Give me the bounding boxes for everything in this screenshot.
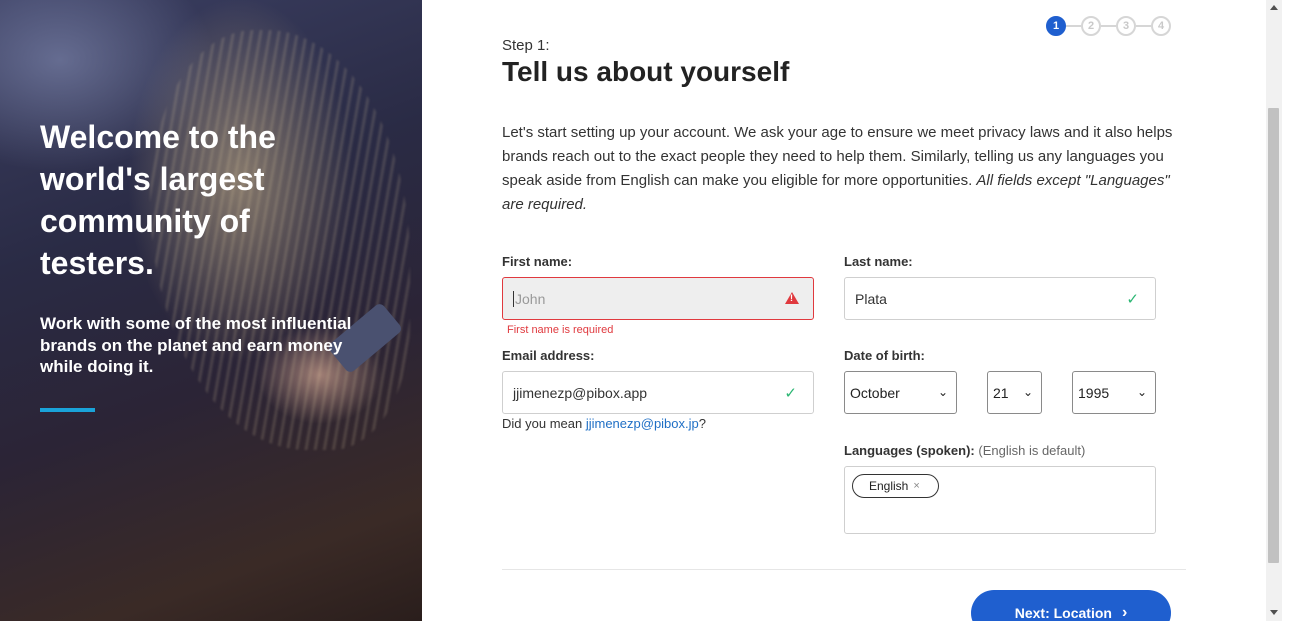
chevron-right-icon: › [1121,604,1128,621]
next-button-label: Next: Location [1014,605,1112,621]
dob-day-select[interactable]: 21 ⌄ [987,371,1042,414]
chevron-down-icon: ⌄ [937,385,948,399]
check-icon: ✓ [1126,291,1139,308]
languages-label-text: Languages (spoken): [844,443,975,458]
dob-day-value: 21 [993,384,1009,401]
last-name-value: Plata [855,290,887,307]
first-name-label: First name: [502,254,573,269]
first-name-input[interactable]: John [502,277,814,320]
suggestion-prefix: Did you mean [502,416,586,431]
dob-month-value: October [850,384,900,401]
chevron-down-icon: ⌄ [1136,385,1147,399]
email-input[interactable]: jjimenezp@pibox.app ✓ [502,371,814,414]
step-connector [1136,25,1151,27]
email-value: jjimenezp@pibox.app [513,384,648,401]
next-location-button[interactable]: Next: Location › [971,590,1171,621]
email-suggestion-link[interactable]: jjimenezp@pibox.jp [586,416,699,431]
step-4: 4 [1151,16,1171,36]
language-chip[interactable]: English × [852,474,939,498]
step-2: 2 [1081,16,1101,36]
step-connector [1101,25,1116,27]
dob-year-select[interactable]: 1995 ⌄ [1072,371,1156,414]
scroll-thumb[interactable] [1268,108,1279,563]
step-3: 3 [1116,16,1136,36]
languages-input[interactable]: English × [844,466,1156,534]
step-1: 1 [1046,16,1066,36]
scroll-up-arrow-icon[interactable] [1270,5,1278,10]
suggestion-suffix: ? [698,416,706,431]
hero-panel: Welcome to the world's largest community… [0,0,422,621]
step-label: Step 1: [502,37,550,54]
email-suggestion: Did you mean jjimenezp@pibox.jp? [502,416,706,431]
page-title: Tell us about yourself [502,56,790,87]
warning-icon [785,292,799,304]
progress-stepper: 1 2 3 4 [1046,16,1171,36]
first-name-placeholder: John [515,290,546,307]
email-label: Email address: [502,348,595,363]
languages-hint: (English is default) [978,443,1086,458]
dob-label: Date of birth: [844,348,925,363]
hero-subtitle: Work with some of the most influential b… [40,314,352,376]
form-divider [502,569,1186,570]
language-chip-label: English [869,479,909,493]
languages-label: Languages (spoken): (English is default) [844,443,1085,458]
step-connector [1066,25,1081,27]
scroll-down-arrow-icon[interactable] [1270,610,1278,615]
dob-year-value: 1995 [1078,384,1110,401]
last-name-input[interactable]: Plata ✓ [844,277,1156,320]
check-icon: ✓ [784,385,797,402]
page-scrollbar[interactable] [1266,0,1282,621]
first-name-error: First name is required [507,324,614,336]
hero-title: Welcome to the world's largest community… [40,119,276,281]
text-caret [513,290,514,307]
last-name-label: Last name: [844,254,913,269]
intro-text: Let's start setting up your account. We … [502,121,1182,217]
chevron-down-icon: ⌄ [1022,385,1033,399]
remove-chip-icon[interactable]: × [913,480,919,492]
dob-month-select[interactable]: October ⌄ [844,371,957,414]
hero-accent-rule [40,408,95,412]
